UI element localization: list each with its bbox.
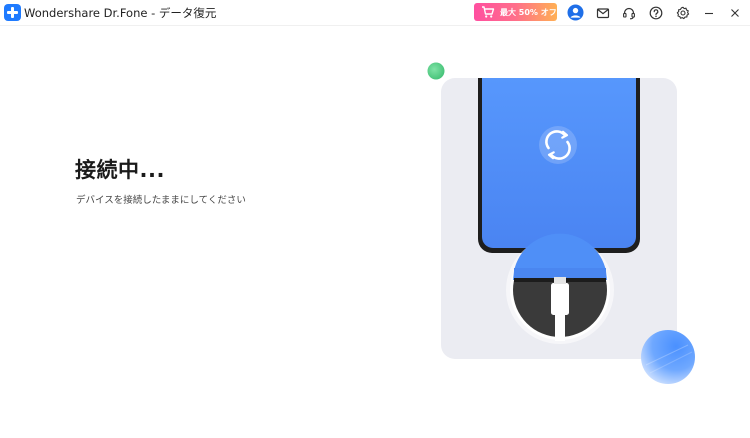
device-connecting-illustration: [427, 62, 695, 384]
app-logo-icon: [4, 4, 21, 21]
promo-button[interactable]: 最大 50% オフ: [474, 3, 557, 21]
mail-icon[interactable]: [594, 4, 611, 21]
title-bar: Wondershare Dr.Fone - データ復元 最大 50% オフ: [0, 0, 750, 26]
cart-icon: [482, 6, 495, 18]
page-title: 接続中...: [75, 158, 165, 182]
app-window: Wondershare Dr.Fone - データ復元 最大 50% オフ 接続…: [0, 0, 750, 438]
close-icon[interactable]: [726, 4, 743, 21]
promo-label: 最大 50% オフ: [500, 7, 557, 17]
support-headset-icon[interactable]: [620, 4, 637, 21]
help-icon[interactable]: [647, 4, 664, 21]
account-icon[interactable]: [567, 4, 584, 21]
window-title: Wondershare Dr.Fone - データ復元: [24, 6, 217, 20]
minimize-icon[interactable]: [700, 4, 717, 21]
decorative-blue-sphere: [641, 330, 695, 384]
settings-icon[interactable]: [674, 4, 691, 21]
instruction-text: デバイスを接続したままにしてください: [76, 195, 246, 206]
sync-icon: [539, 126, 577, 164]
decorative-green-dot: [427, 62, 445, 80]
